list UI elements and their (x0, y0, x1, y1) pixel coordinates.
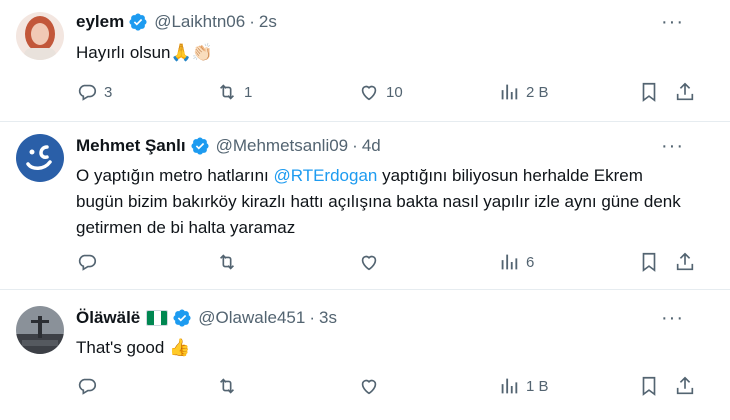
verified-badge-icon (129, 13, 147, 31)
more-icon[interactable]: ··· (661, 12, 684, 32)
timestamp[interactable]: 4d (362, 136, 381, 156)
views-icon (501, 84, 518, 100)
separator: · (309, 308, 315, 327)
bookmark-button[interactable] (638, 374, 660, 398)
reply-button[interactable]: 3 (76, 80, 112, 104)
tweet-body-start: O yaptığın metro hatlarını (76, 166, 274, 185)
views-button[interactable]: 6 (498, 250, 534, 274)
tweet-header: Öläwälë @Olawale451 · 3s ··· (76, 306, 710, 330)
bookmark-button[interactable] (638, 80, 660, 104)
avatar[interactable] (16, 12, 64, 60)
action-bar: 1 B (76, 374, 716, 398)
share-button[interactable] (674, 250, 696, 274)
views-button[interactable]: 1 B (498, 374, 549, 398)
share-button[interactable] (674, 80, 696, 104)
bookmark-button[interactable] (638, 250, 660, 274)
more-icon[interactable]: ··· (661, 308, 684, 328)
like-button[interactable] (358, 250, 386, 274)
share-icon (676, 82, 694, 101)
emoji: 👍 (169, 338, 191, 358)
like-button[interactable] (358, 374, 386, 398)
reply-icon (78, 378, 96, 395)
mention-link[interactable]: @RTErdogan (273, 166, 377, 185)
tweet-body: Hayırlı olsun (76, 43, 171, 62)
reply-icon (78, 84, 96, 101)
reply-button[interactable] (76, 250, 104, 274)
bookmark-icon (642, 252, 656, 272)
timestamp[interactable]: 3s (319, 308, 337, 328)
retweet-button[interactable] (216, 374, 244, 398)
tweet-header: Mehmet Şanlı @Mehmetsanli09 · 4d ··· (76, 134, 710, 158)
views-icon (501, 378, 518, 394)
retweet-icon (219, 254, 235, 270)
verified-badge-icon (191, 137, 209, 155)
retweet-icon (219, 84, 235, 100)
retweet-icon (219, 378, 235, 394)
share-icon (676, 252, 694, 271)
avatar[interactable] (16, 134, 64, 182)
reply-icon (78, 254, 96, 271)
author-name[interactable]: eylem (76, 12, 124, 32)
author-name[interactable]: Mehmet Şanlı (76, 136, 186, 156)
share-icon (676, 376, 694, 395)
like-icon (361, 85, 377, 101)
separator: · (352, 136, 358, 155)
like-button[interactable]: 10 (358, 80, 403, 104)
reply-count: 3 (104, 83, 113, 101)
like-icon (361, 255, 377, 271)
emoji: 🙏👏🏻 (170, 43, 213, 63)
nigeria-flag-icon (146, 310, 169, 326)
action-bar: 6 (76, 250, 716, 274)
action-bar: 3 1 10 2 B (76, 80, 716, 104)
author-name[interactable]: Öläwälë (76, 308, 140, 328)
tweet[interactable]: Öläwälë @Olawale451 · 3s ··· That's good… (0, 290, 730, 420)
tweet[interactable]: Mehmet Şanlı @Mehmetsanli09 · 4d ··· O y… (0, 122, 730, 290)
share-button[interactable] (674, 374, 696, 398)
retweet-button[interactable] (216, 250, 244, 274)
tweet-text: Hayırlı olsun🙏👏🏻 (76, 40, 690, 66)
view-count: 2 B (526, 83, 549, 101)
like-icon (361, 379, 377, 395)
tweet-body: That's good (76, 338, 165, 357)
reply-button[interactable] (76, 374, 104, 398)
retweet-button[interactable]: 1 (216, 80, 252, 104)
retweet-count: 1 (244, 83, 253, 101)
verified-badge-icon (173, 309, 191, 327)
separator: · (249, 12, 255, 31)
author-handle[interactable]: @Laikhtn06 (154, 12, 245, 32)
bookmark-icon (642, 376, 656, 396)
tweet[interactable]: eylem @Laikhtn06 · 2s ··· Hayırlı olsun🙏… (0, 0, 730, 122)
author-handle[interactable]: @Olawale451 (198, 308, 305, 328)
tweet-header: eylem @Laikhtn06 · 2s ··· (76, 10, 710, 34)
timestamp[interactable]: 2s (259, 12, 277, 32)
author-handle[interactable]: @Mehmetsanli09 (216, 136, 349, 156)
tweet-text: O yaptığın metro hatlarını @RTErdogan ya… (76, 163, 690, 241)
view-count: 6 (526, 253, 535, 271)
more-icon[interactable]: ··· (661, 136, 684, 156)
tweet-text: That's good 👍 (76, 335, 690, 361)
bookmark-icon (642, 82, 656, 102)
views-icon (501, 254, 518, 270)
tweet-feed: eylem @Laikhtn06 · 2s ··· Hayırlı olsun🙏… (0, 0, 730, 420)
views-button[interactable]: 2 B (498, 80, 549, 104)
like-count: 10 (386, 83, 403, 101)
avatar[interactable] (16, 306, 64, 354)
view-count: 1 B (526, 377, 549, 395)
